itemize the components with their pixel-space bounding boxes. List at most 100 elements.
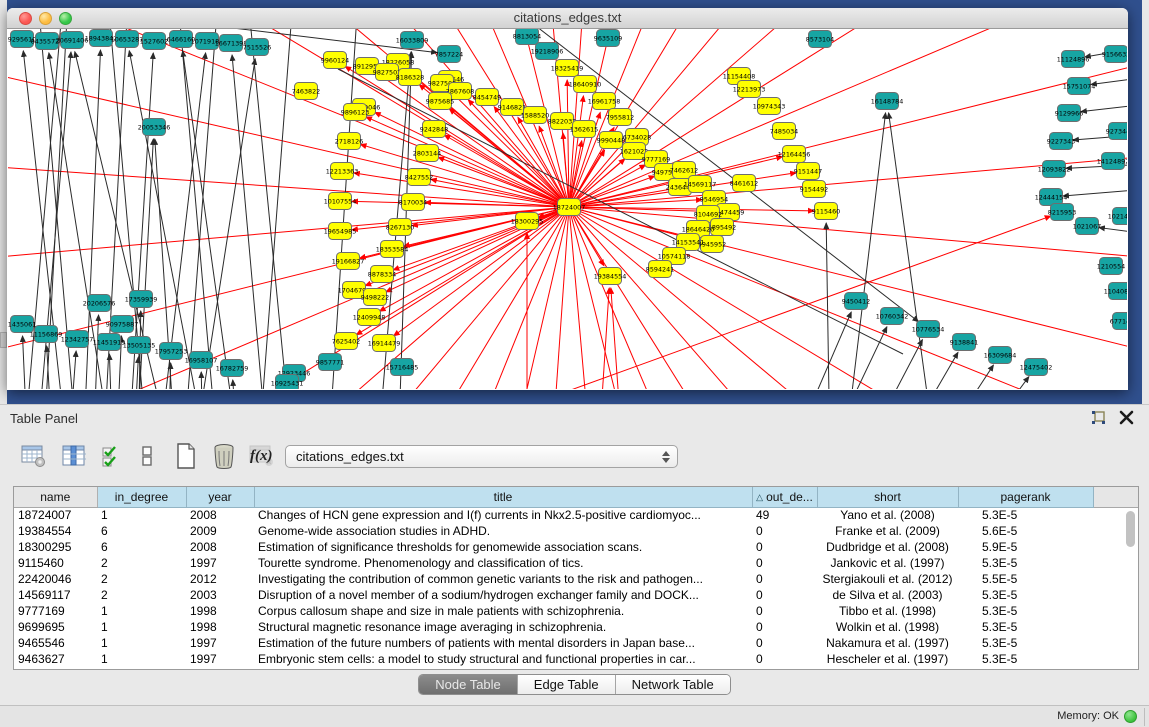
cell-outdegree[interactable]: 0	[752, 539, 817, 555]
graph-node[interactable]: 9990448	[597, 132, 625, 149]
graph-node[interactable]: 9960124	[321, 52, 349, 69]
graph-node[interactable]: 14569117	[684, 176, 717, 193]
table-settings-button[interactable]	[20, 442, 48, 470]
cell-year[interactable]: 1997	[186, 635, 254, 651]
graph-node[interactable]: 9498222	[361, 289, 389, 306]
graph-node[interactable]: 1588520	[521, 107, 549, 124]
graph-node[interactable]: 19166827	[332, 253, 365, 270]
table-row[interactable]: 969969511998Structural magnetic resonanc…	[14, 619, 1138, 635]
column-header-title[interactable]: title	[254, 487, 752, 507]
graph-node[interactable]: 2718126	[335, 133, 363, 150]
cell-name[interactable]: 9463627	[14, 651, 97, 667]
cell-year[interactable]: 1998	[186, 603, 254, 619]
cell-year[interactable]: 1998	[186, 619, 254, 635]
column-header-short[interactable]: short	[817, 487, 958, 507]
cell-outdegree[interactable]: 0	[752, 603, 817, 619]
cell-pagerank[interactable]: 5.3E-5	[958, 603, 1093, 619]
cell-year[interactable]: 2009	[186, 523, 254, 539]
graph-node[interactable]: 17957253	[155, 343, 188, 360]
graph-node[interactable]: 9857771	[316, 354, 344, 371]
cell-indegree[interactable]: 1	[97, 635, 186, 651]
column-header-name[interactable]: name	[14, 487, 97, 507]
cell-indegree[interactable]: 2	[97, 555, 186, 571]
cell-short[interactable]: Jankovic et al. (1997)	[817, 555, 958, 571]
graph-node[interactable]: 1527602	[140, 33, 168, 50]
graph-node[interactable]: 19218906	[531, 43, 564, 60]
graph-node[interactable]: 11124896	[1057, 51, 1090, 68]
graph-node[interactable]: 16914479	[368, 335, 401, 352]
column-header-pagerank[interactable]: pagerank	[958, 487, 1093, 507]
table-scrollbar-thumb[interactable]	[1126, 511, 1135, 547]
graph-node[interactable]: 12475402	[1020, 359, 1053, 376]
new-table-button[interactable]	[172, 442, 200, 470]
graph-node[interactable]: 19384554	[594, 268, 627, 285]
graph-node[interactable]: 10925431	[271, 375, 304, 390]
cell-short[interactable]: Wolkin et al. (1998)	[817, 619, 958, 635]
graph-node[interactable]: 6771413	[1110, 313, 1127, 330]
cell-short[interactable]: de Silva et al. (2003)	[817, 587, 958, 603]
graph-node[interactable]: 8813054	[513, 29, 541, 45]
cell-name[interactable]: 18300295	[14, 539, 97, 555]
graph-node[interactable]: 18724007	[553, 199, 586, 216]
cell-outdegree[interactable]: 0	[752, 523, 817, 539]
graph-node[interactable]: 12213973	[733, 81, 766, 98]
graph-node[interactable]: 18300295	[511, 213, 544, 230]
graph-node[interactable]: 2803144	[413, 145, 441, 162]
graph-node[interactable]: 8215953	[1048, 204, 1076, 221]
graph-node[interactable]: 7955812	[606, 109, 634, 126]
graph-node[interactable]: 16782759	[216, 360, 249, 377]
select-rows-button[interactable]	[98, 442, 126, 470]
graph-node[interactable]: 90975887	[106, 316, 139, 333]
graph-node[interactable]: 16309684	[984, 347, 1017, 364]
graph-node[interactable]: 7485034	[770, 123, 798, 140]
table-row[interactable]: 946362711997Embryonic stem cells: a mode…	[14, 651, 1138, 667]
network-canvas[interactable]: 1872400799601248912955182260589827502818…	[8, 29, 1127, 389]
graph-node[interactable]: 7463822	[292, 83, 320, 100]
graph-node[interactable]: 9450412	[842, 293, 870, 310]
graph-node[interactable]: 20691406	[56, 32, 89, 49]
cell-title[interactable]: Estimation of the future numbers of pati…	[254, 635, 752, 651]
table-row[interactable]: 1938455462009Genome-wide association stu…	[14, 523, 1138, 539]
float-panel-icon[interactable]	[1090, 410, 1106, 426]
cell-name[interactable]: 19384554	[14, 523, 97, 539]
graph-node[interactable]: 16033809	[396, 32, 429, 49]
cell-outdegree[interactable]: 0	[752, 571, 817, 587]
graph-node[interactable]: 8427552	[405, 169, 433, 186]
cell-indegree[interactable]: 2	[97, 571, 186, 587]
cell-indegree[interactable]: 1	[97, 507, 186, 523]
graph-node[interactable]: 12213363	[326, 163, 359, 180]
column-header-year[interactable]: year	[186, 487, 254, 507]
cell-indegree[interactable]: 1	[97, 603, 186, 619]
graph-node[interactable]: 11451919	[93, 334, 126, 351]
table-row[interactable]: 2242004622012Investigating the contribut…	[14, 571, 1138, 587]
cell-year[interactable]: 2012	[186, 571, 254, 587]
cell-pagerank[interactable]: 5.3E-5	[958, 635, 1093, 651]
cell-pagerank[interactable]: 5.9E-5	[958, 539, 1093, 555]
cell-year[interactable]: 1997	[186, 555, 254, 571]
graph-node[interactable]: 10776534	[912, 321, 945, 338]
graph-node[interactable]: 9242848	[420, 121, 448, 138]
cell-year[interactable]: 2008	[186, 507, 254, 523]
table-row[interactable]: 1872400712008Changes of HCN gene express…	[14, 507, 1138, 523]
graph-node[interactable]: 9129966	[1055, 105, 1083, 122]
cell-name[interactable]: 9115460	[14, 555, 97, 571]
graph-node[interactable]: 9227343	[1047, 133, 1075, 150]
cell-outdegree[interactable]: 0	[752, 587, 817, 603]
cell-name[interactable]: 14569117	[14, 587, 97, 603]
graph-node[interactable]: 10974343	[753, 98, 786, 115]
graph-node[interactable]: 8267130	[386, 219, 414, 236]
cell-name[interactable]: 9777169	[14, 603, 97, 619]
west-panel-handle[interactable]	[0, 332, 7, 348]
graph-node[interactable]: 8594241	[646, 261, 674, 278]
network-window-titlebar[interactable]: citations_edges.txt	[7, 8, 1128, 29]
graph-node[interactable]: 10653287	[111, 31, 144, 48]
cell-indegree[interactable]: 1	[97, 619, 186, 635]
graph-node[interactable]: 7515526	[243, 39, 271, 56]
graph-node[interactable]: 1021067	[1073, 218, 1101, 235]
table-scrollbar[interactable]	[1125, 509, 1136, 667]
graph-node[interactable]: 8573104	[806, 31, 834, 48]
graph-node[interactable]: 9635109	[594, 30, 622, 47]
graph-node[interactable]: 16148784	[871, 93, 904, 110]
cell-short[interactable]: Hescheler et al. (1997)	[817, 651, 958, 667]
cell-year[interactable]: 2003	[186, 587, 254, 603]
